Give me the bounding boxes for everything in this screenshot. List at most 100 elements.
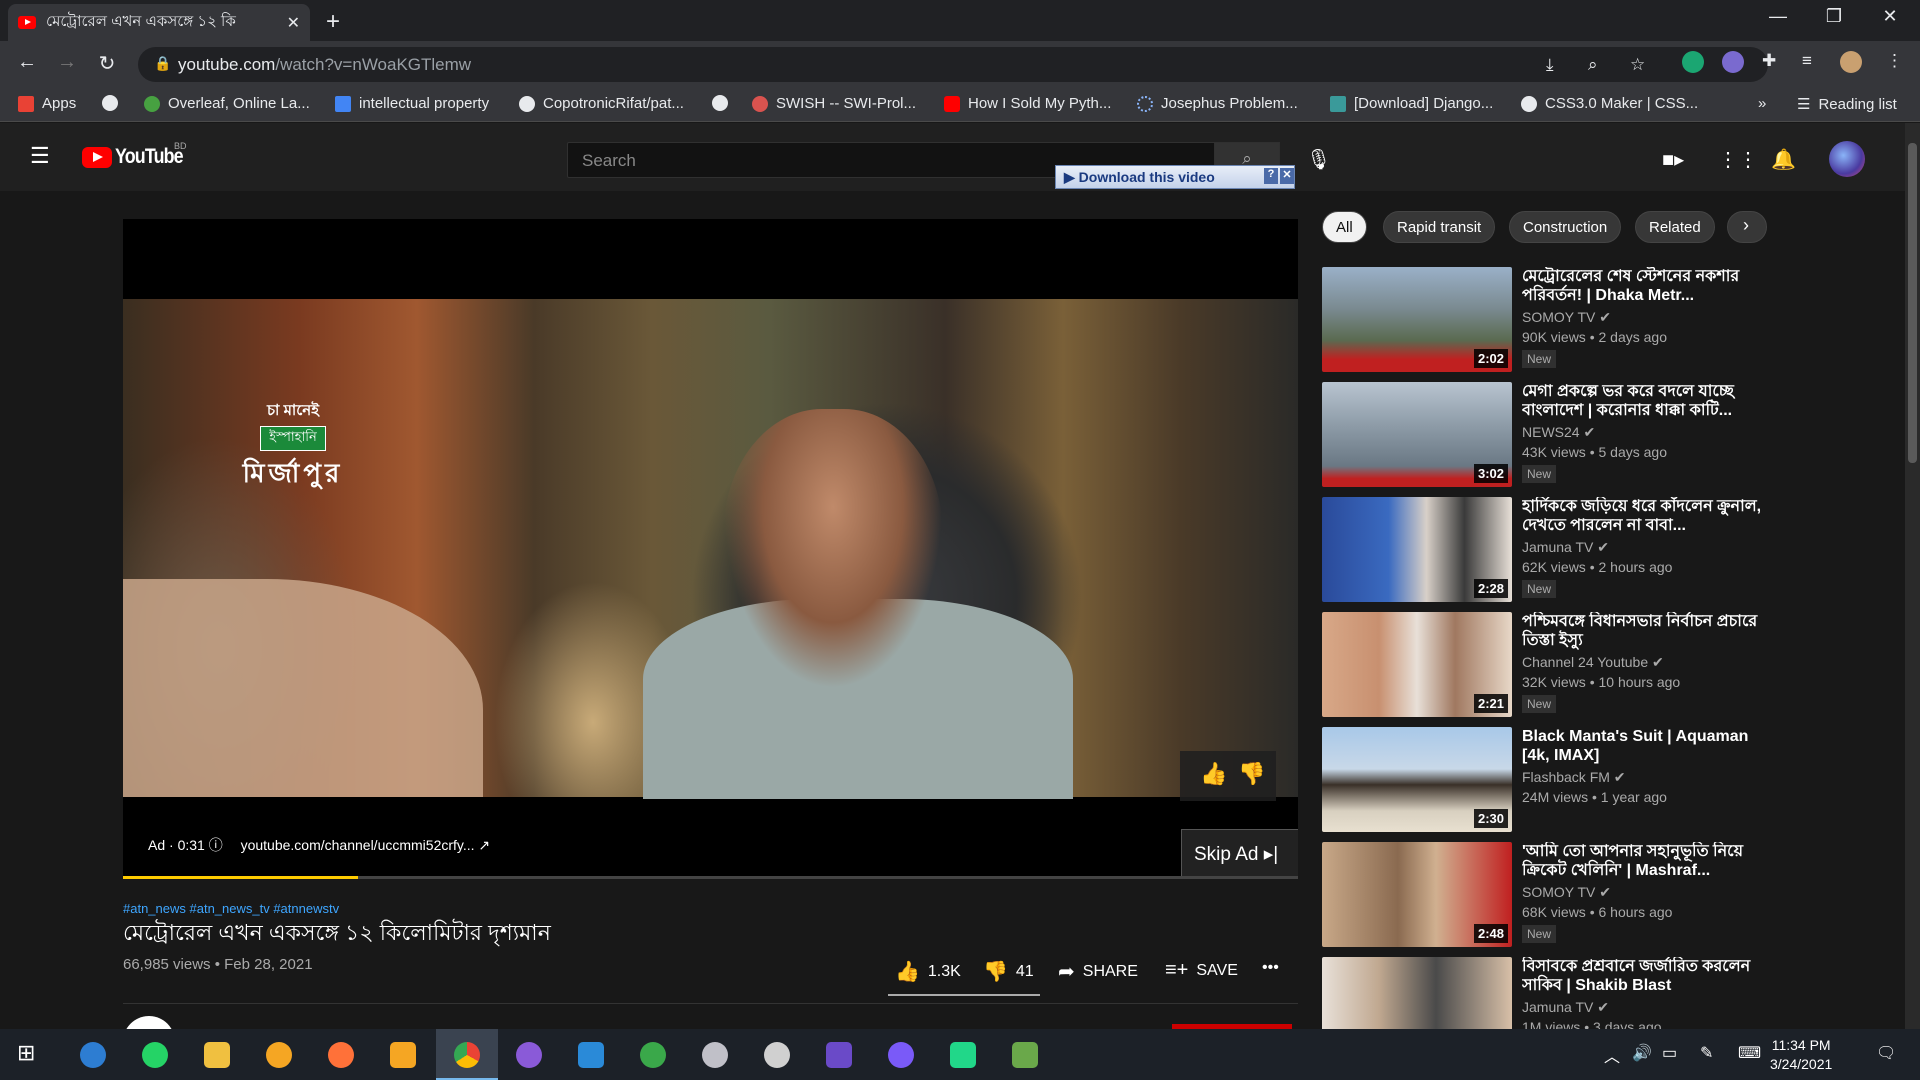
chip-all[interactable]: All	[1322, 211, 1367, 243]
channel-name[interactable]: Flashback FM ✔	[1522, 769, 1626, 786]
app-icon[interactable]	[390, 1042, 416, 1068]
profile-avatar-icon[interactable]	[1840, 51, 1862, 73]
firefox-icon[interactable]	[328, 1042, 354, 1068]
scrollbar-thumb[interactable]	[1908, 143, 1917, 463]
forward-icon[interactable]: →	[53, 51, 81, 74]
channel-name[interactable]: NEWS24 ✔	[1522, 424, 1595, 441]
media-control-icon[interactable]: ≡	[1802, 51, 1812, 71]
network-icon[interactable]: ▭	[1662, 1043, 1677, 1063]
restore-button[interactable]: ❐	[1814, 6, 1854, 27]
app-icon[interactable]	[640, 1042, 666, 1068]
whatsapp-icon[interactable]	[142, 1042, 168, 1068]
chip-related[interactable]: Related	[1635, 211, 1715, 243]
extensions-puzzle-icon[interactable]: ✚	[1762, 51, 1776, 71]
account-avatar[interactable]	[1829, 141, 1865, 177]
recommended-video[interactable]: 2:28 হার্দিককে জড়িয়ে ধরে কাঁদলেন ক্রুন…	[1322, 497, 1902, 607]
channel-name[interactable]: SOMOY TV ✔	[1522, 309, 1611, 326]
lock-icon[interactable]: 🔒	[154, 55, 171, 72]
apps-grid-icon[interactable]: ⋮⋮	[1718, 147, 1758, 172]
recommended-video[interactable]: বিসাবকে প্রশ্রবানে জর্জারিত করলেন সাকিব …	[1322, 957, 1902, 1029]
close-window-button[interactable]: ✕	[1870, 6, 1910, 27]
file-explorer-icon[interactable]	[204, 1042, 230, 1068]
video-progress-bar[interactable]	[123, 876, 1298, 879]
ad-like-icon[interactable]: 👍	[1200, 761, 1227, 787]
video-thumbnail[interactable]	[1322, 957, 1512, 1029]
video-title[interactable]: বিসাবকে প্রশ্রবানে জর্জারিত করলেন সাকিব …	[1522, 957, 1762, 995]
share-button[interactable]: ➦ SHARE	[1058, 959, 1138, 984]
channel-name[interactable]: Jamuna TV ✔	[1522, 539, 1609, 556]
like-button[interactable]: 👍 1.3K	[895, 959, 961, 984]
bookmark-css[interactable]: CSS3.0 Maker | CSS...	[1521, 95, 1698, 112]
zoom-icon[interactable]: ⌕	[1588, 55, 1598, 75]
chevron-right-icon[interactable]: ›	[1743, 215, 1749, 236]
bookmark-star-icon[interactable]: ☆	[1630, 55, 1645, 75]
messenger-icon[interactable]	[888, 1042, 914, 1068]
bookmarks-overflow-button[interactable]: »	[1758, 95, 1766, 112]
channel-name[interactable]: Channel 24 Youtube ✔	[1522, 654, 1664, 671]
channel-name[interactable]: SOMOY TV ✔	[1522, 884, 1611, 901]
taskbar-clock[interactable]: 11:34 PM 3/24/2021	[1770, 1036, 1832, 1074]
video-thumbnail[interactable]: 2:30	[1322, 727, 1512, 832]
recommended-video[interactable]: 3:02 মেগা প্রকল্পে ভর করে বদলে যাচ্ছে বা…	[1322, 382, 1902, 492]
video-title[interactable]: হার্দিককে জড়িয়ে ধরে কাঁদলেন ক্রুনাল, দ…	[1522, 497, 1762, 535]
page-scrollbar[interactable]	[1905, 123, 1920, 1029]
visual-studio-icon[interactable]	[826, 1042, 852, 1068]
ad-dislike-icon[interactable]: 👎	[1238, 761, 1265, 787]
microphone-icon[interactable]: 🎙	[1306, 147, 1331, 172]
download-close-icon[interactable]: ✕	[1280, 168, 1294, 184]
notifications-bell-icon[interactable]: 🔔	[1771, 147, 1796, 172]
chip-rapid-transit[interactable]: Rapid transit	[1383, 211, 1496, 243]
dislike-button[interactable]: 👎 41	[983, 959, 1034, 984]
reload-icon[interactable]: ↻	[93, 51, 121, 76]
video-title[interactable]: Black Manta's Suit | Aquaman [4k, IMAX]	[1522, 727, 1762, 765]
back-icon[interactable]: ←	[13, 51, 41, 74]
address-bar[interactable]: 🔒 youtube.com/watch?v=nWoaKGTlemw ⤓ ⌕ ☆	[138, 47, 1768, 82]
create-video-icon[interactable]: ■▸	[1662, 147, 1684, 172]
video-hashtags[interactable]: #atn_news #atn_news_tv #atnnewstv	[123, 901, 339, 916]
extension-icon[interactable]	[1722, 51, 1744, 73]
pen-icon[interactable]: ✎	[1700, 1043, 1713, 1063]
bookmark-ip[interactable]: intellectual property	[335, 95, 489, 112]
ad-label[interactable]: Ad · 0:31 ⓘ	[148, 837, 223, 853]
reading-list-button[interactable]: ☰ Reading list	[1797, 95, 1897, 114]
youtube-logo[interactable]: YouTube BD	[82, 141, 195, 169]
video-thumbnail[interactable]: 2:28	[1322, 497, 1512, 602]
cortana-search-icon[interactable]	[80, 1042, 106, 1068]
bookmark-globe-2[interactable]	[712, 95, 736, 111]
app-icon[interactable]	[764, 1042, 790, 1068]
recommended-video[interactable]: 2:30 Black Manta's Suit | Aquaman [4k, I…	[1322, 727, 1902, 837]
download-video-label[interactable]: ▶ Download this video	[1064, 169, 1215, 186]
start-windows-icon[interactable]: ⊞	[17, 1040, 43, 1066]
recommended-video[interactable]: 2:48 'আমি তো আপনার সহানুভূতি নিয়ে ক্রিক…	[1322, 842, 1902, 952]
chip-construction[interactable]: Construction	[1509, 211, 1622, 243]
ad-channel-link[interactable]: youtube.com/channel/uccmmi52crfy... ↗	[241, 837, 491, 853]
bookmark-python[interactable]: How I Sold My Pyth...	[944, 95, 1111, 112]
volume-icon[interactable]: 🔊	[1632, 1043, 1652, 1063]
video-thumbnail[interactable]: 2:21	[1322, 612, 1512, 717]
hamburger-menu-icon[interactable]: ☰	[30, 143, 50, 169]
skip-ad-button[interactable]: Skip Ad ▸|	[1181, 829, 1298, 877]
channel-avatar[interactable]	[123, 1016, 175, 1029]
vscode-icon[interactable]	[578, 1042, 604, 1068]
menu-kebab-icon[interactable]: ⋮	[1886, 51, 1903, 71]
video-thumbnail[interactable]: 2:02	[1322, 267, 1512, 372]
download-video-bar[interactable]: ▶ Download this video ? ✕	[1055, 165, 1295, 189]
bookmark-globe[interactable]	[102, 95, 126, 111]
pycharm-icon[interactable]	[950, 1042, 976, 1068]
bookmark-josephus[interactable]: Josephus Problem...	[1137, 95, 1298, 112]
chrome-icon[interactable]	[454, 1042, 480, 1068]
video-thumbnail[interactable]: 2:48	[1322, 842, 1512, 947]
minimize-button[interactable]: —	[1758, 6, 1798, 27]
install-icon[interactable]: ⤓	[1546, 55, 1554, 75]
keyboard-icon[interactable]: ⌨	[1738, 1043, 1761, 1063]
bookmark-swish[interactable]: SWISH -- SWI-Prol...	[752, 95, 916, 112]
bookmark-apps[interactable]: Apps	[18, 95, 76, 112]
grammarly-extension-icon[interactable]	[1682, 51, 1704, 73]
video-title[interactable]: পশ্চিমবঙ্গে বিধানসভার নির্বাচন প্রচারে ত…	[1522, 612, 1762, 650]
video-title[interactable]: মেট্রোরেলের শেষ স্টেশনের নকশার পরিবর্তন!…	[1522, 267, 1762, 305]
notification-center-icon[interactable]: 🗨	[1876, 1043, 1896, 1063]
app-icon[interactable]	[1012, 1042, 1038, 1068]
app-icon[interactable]	[266, 1042, 292, 1068]
github-desktop-icon[interactable]	[516, 1042, 542, 1068]
video-title[interactable]: মেগা প্রকল্পে ভর করে বদলে যাচ্ছে বাংলাদে…	[1522, 382, 1762, 420]
